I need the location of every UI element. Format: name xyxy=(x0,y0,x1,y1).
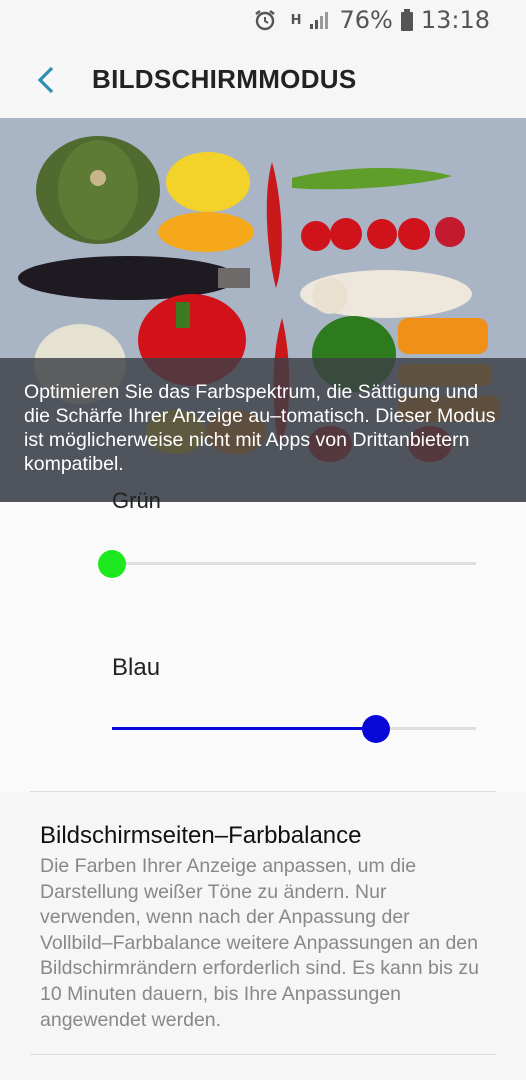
color-adjust-panel: Grün Blau xyxy=(0,488,526,792)
divider xyxy=(30,1054,496,1055)
edge-color-balance-description: Die Farben Ihrer Anzeige anpassen, um di… xyxy=(40,855,479,1031)
blue-label: Blau xyxy=(112,654,161,681)
network-type: H xyxy=(290,12,302,28)
battery-icon xyxy=(400,9,413,31)
blue-slider-fill xyxy=(112,727,376,730)
alarm-icon xyxy=(253,8,277,32)
app-header: BILDSCHIRMMODUS xyxy=(0,40,526,118)
green-slider[interactable] xyxy=(98,550,476,578)
edge-color-balance-title: Bildschirmseiten–Farbbalance xyxy=(40,822,362,849)
back-arrow-icon[interactable] xyxy=(30,62,62,98)
blue-slider[interactable] xyxy=(112,715,476,743)
page-title: BILDSCHIRMMODUS xyxy=(92,64,357,94)
green-label: Grün xyxy=(112,488,161,513)
blue-slider-thumb[interactable] xyxy=(361,715,390,743)
clock: 13:18 xyxy=(420,6,490,34)
signal-icon xyxy=(309,10,331,30)
battery-percent: 76% xyxy=(339,6,393,34)
status-bar: H 76% 13:18 xyxy=(0,0,526,40)
edge-color-balance-item[interactable]: Bildschirmseiten–Farbbalance Die Farben … xyxy=(0,792,526,1080)
mode-description: Optimieren Sie das Farbspektrum, die Sät… xyxy=(24,381,496,475)
preview-image: Optimieren Sie das Farbspektrum, die Sät… xyxy=(0,118,526,502)
green-slider-thumb[interactable] xyxy=(98,550,126,578)
